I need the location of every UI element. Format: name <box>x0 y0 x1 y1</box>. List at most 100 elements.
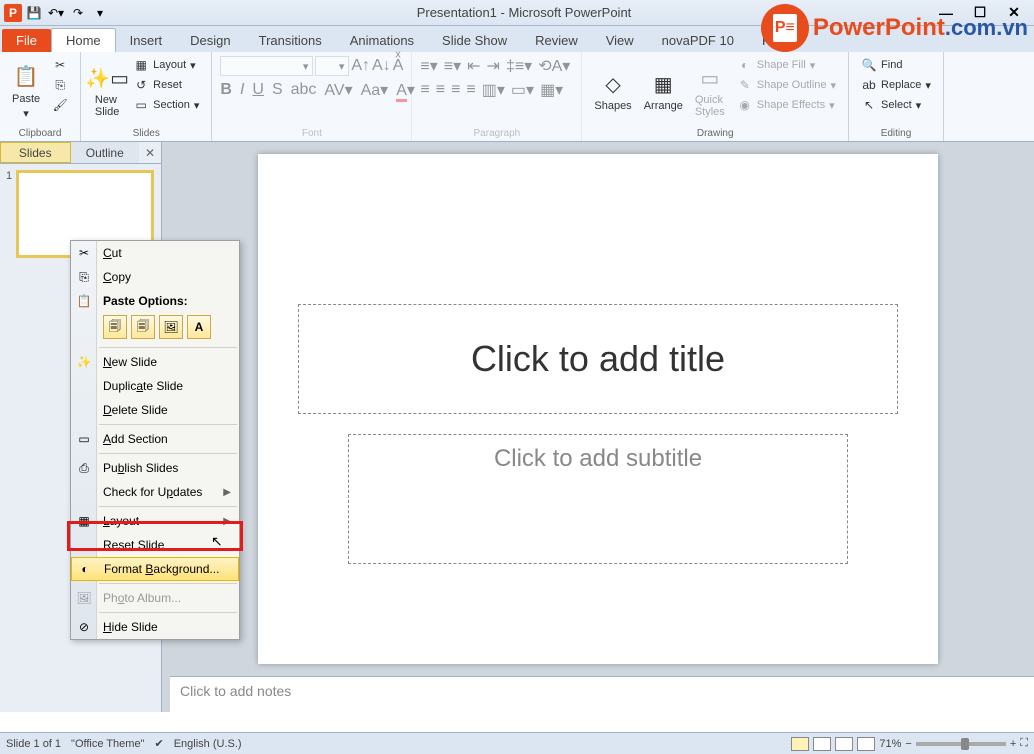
shape-fill-button[interactable]: ◐Shape Fill ▾ <box>733 56 840 74</box>
decrease-indent-button[interactable]: ⇤ <box>467 56 480 76</box>
char-spacing-button[interactable]: AV▾ <box>324 80 352 100</box>
paste-option-text[interactable]: A <box>187 315 211 339</box>
tab-transitions[interactable]: Transitions <box>245 29 336 52</box>
ctx-hide-slide[interactable]: ⊘Hide Slide <box>71 615 239 639</box>
tab-slideshow[interactable]: Slide Show <box>428 29 521 52</box>
publish-icon: ⎙ <box>73 457 95 479</box>
columns-button[interactable]: ▥▾ <box>482 80 505 100</box>
ctx-duplicate-slide[interactable]: Duplicate Slide <box>71 374 239 398</box>
section-button[interactable]: ▭Section ▾ <box>129 96 203 114</box>
format-painter-button[interactable]: 🖌 <box>48 96 72 114</box>
align-center-button[interactable]: ≡ <box>436 81 445 99</box>
tab-file[interactable]: File <box>2 29 51 52</box>
zoom-out-button[interactable]: − <box>905 738 911 750</box>
select-icon: ↖ <box>861 97 877 113</box>
notes-pane[interactable]: Click to add notes <box>170 676 1034 712</box>
ctx-delete-slide[interactable]: Delete Slide <box>71 398 239 422</box>
context-menu: ✂Cut ⎘Copy 📋Paste Options: 🗐 🗐 🖼 A ✨New … <box>70 240 240 640</box>
clipboard-icon: 📋 <box>73 290 95 312</box>
sorter-view-button[interactable] <box>813 737 831 751</box>
bold-button[interactable]: B <box>220 81 232 99</box>
tab-view[interactable]: View <box>592 29 648 52</box>
layout-button[interactable]: ▦Layout ▾ <box>129 56 203 74</box>
zoom-level[interactable]: 71% <box>879 738 901 750</box>
increase-indent-button[interactable]: ⇥ <box>487 56 500 76</box>
normal-view-button[interactable] <box>791 737 809 751</box>
tab-design[interactable]: Design <box>176 29 244 52</box>
app-icon[interactable]: P <box>4 4 22 22</box>
justify-button[interactable]: ≡ <box>466 81 475 99</box>
ctx-new-slide[interactable]: ✨New Slide <box>71 350 239 374</box>
ctx-add-section[interactable]: ▭Add Section <box>71 427 239 451</box>
change-case-button[interactable]: Aa▾ <box>361 80 389 100</box>
save-icon[interactable]: 💾 <box>24 3 44 23</box>
line-spacing-button[interactable]: ‡≡▾ <box>506 56 532 76</box>
paste-button[interactable]: 📋Paste▾ <box>8 56 44 126</box>
redo-icon[interactable]: ↷ <box>68 3 88 23</box>
smartart-button[interactable]: ▦▾ <box>540 80 563 100</box>
find-icon: 🔍 <box>861 57 877 73</box>
tab-insert[interactable]: Insert <box>116 29 177 52</box>
tab-home[interactable]: Home <box>51 28 116 52</box>
qat-more-icon[interactable]: ▾ <box>90 3 110 23</box>
align-left-button[interactable]: ≡ <box>420 81 429 99</box>
align-text-button[interactable]: ▭▾ <box>511 80 534 100</box>
group-slides: ✨▭New Slide ▦Layout ▾ ↺Reset ▭Section ▾ … <box>81 52 212 141</box>
pane-tab-outline[interactable]: Outline <box>71 142 140 163</box>
shrink-font-icon[interactable]: A↓ <box>372 57 391 75</box>
paint-bucket-icon: ◐ <box>737 57 753 73</box>
scissors-icon: ✂ <box>52 57 68 73</box>
paste-option-picture[interactable]: 🖼 <box>159 315 183 339</box>
font-family-combo[interactable]: ▾ <box>220 56 313 76</box>
ctx-publish-slides[interactable]: ⎙Publish Slides <box>71 456 239 480</box>
underline-button[interactable]: U <box>252 81 264 99</box>
grow-font-icon[interactable]: A↑ <box>351 57 370 75</box>
tab-review[interactable]: Review <box>521 29 592 52</box>
zoom-slider[interactable] <box>916 742 1006 746</box>
format-bg-icon: ◐ <box>74 558 96 580</box>
find-button[interactable]: 🔍Find <box>857 56 935 74</box>
italic-button[interactable]: I <box>240 81 244 99</box>
replace-button[interactable]: abReplace ▾ <box>857 76 935 94</box>
numbering-button[interactable]: ≡▾ <box>444 56 461 76</box>
arrange-button[interactable]: ▦Arrange <box>640 56 687 126</box>
shape-outline-button[interactable]: ✎Shape Outline ▾ <box>733 76 840 94</box>
status-language[interactable]: English (U.S.) <box>174 738 242 750</box>
zoom-in-button[interactable]: + <box>1010 738 1016 750</box>
spellcheck-icon[interactable]: ✔ <box>154 737 163 750</box>
pane-close-button[interactable]: ✕ <box>139 142 161 163</box>
select-button[interactable]: ↖Select ▾ <box>857 96 935 114</box>
reset-button[interactable]: ↺Reset <box>129 76 203 94</box>
slideshow-view-button[interactable] <box>857 737 875 751</box>
align-right-button[interactable]: ≡ <box>451 81 460 99</box>
subtitle-placeholder[interactable]: Click to add subtitle <box>348 434 848 564</box>
cut-button[interactable]: ✂ <box>48 56 72 74</box>
bullets-button[interactable]: ≡▾ <box>420 56 437 76</box>
undo-icon[interactable]: ↶▾ <box>46 3 66 23</box>
slide-canvas[interactable]: Click to add title Click to add subtitle <box>258 154 938 664</box>
paste-option-theme[interactable]: 🗐 <box>103 315 127 339</box>
ctx-check-updates[interactable]: Check for Updates▶ <box>71 480 239 504</box>
quick-styles-button[interactable]: ▭Quick Styles <box>691 56 729 126</box>
ctx-format-background[interactable]: ◐Format Background... <box>71 557 239 581</box>
new-slide-button[interactable]: ✨▭New Slide <box>89 56 125 126</box>
paste-option-source[interactable]: 🗐 <box>131 315 155 339</box>
copy-button[interactable]: ⎘ <box>48 76 72 94</box>
tab-animations[interactable]: Animations <box>336 29 428 52</box>
shapes-button[interactable]: ◇Shapes <box>590 56 635 126</box>
shape-effects-button[interactable]: ◉Shape Effects ▾ <box>733 96 840 114</box>
tab-novapdf[interactable]: novaPDF 10 <box>648 29 748 52</box>
strike-button[interactable]: S <box>272 81 283 99</box>
reading-view-button[interactable] <box>835 737 853 751</box>
shadow-button[interactable]: abc <box>291 81 317 99</box>
font-size-combo[interactable]: ▾ <box>315 56 349 76</box>
clear-format-icon[interactable]: Aͯ <box>393 57 404 75</box>
text-direction-button[interactable]: ⟲A▾ <box>538 56 570 76</box>
fit-window-button[interactable]: ⛶ <box>1020 737 1028 750</box>
ctx-cut[interactable]: ✂Cut <box>71 241 239 265</box>
scissors-icon: ✂ <box>73 242 95 264</box>
title-placeholder[interactable]: Click to add title <box>298 304 898 414</box>
ctx-copy[interactable]: ⎘Copy <box>71 265 239 289</box>
ctx-layout[interactable]: ▦Layout▶ <box>71 509 239 533</box>
pane-tab-slides[interactable]: Slides <box>0 142 71 163</box>
